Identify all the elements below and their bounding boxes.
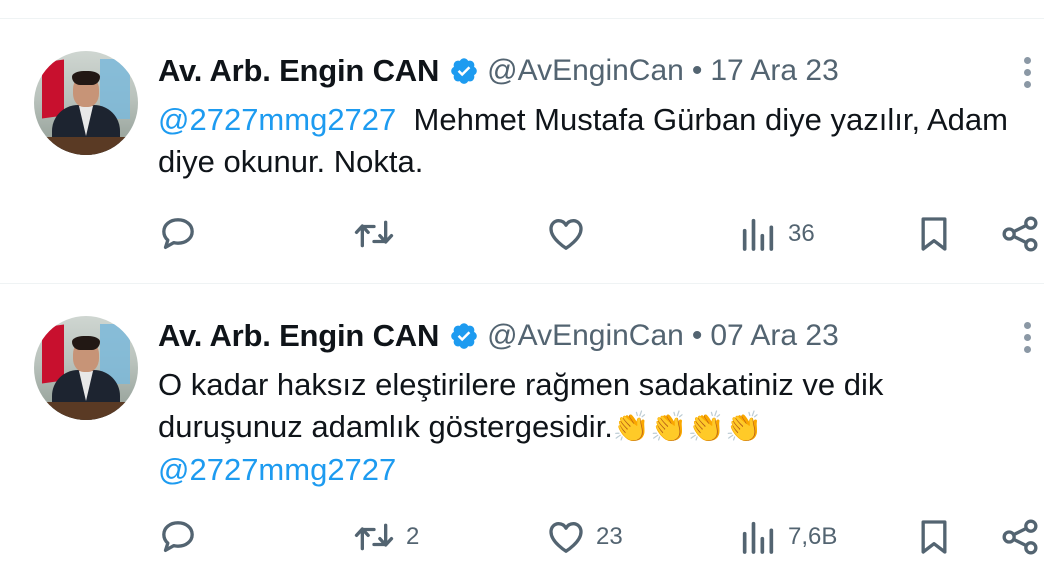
views-count: 36 — [788, 220, 815, 247]
tweet-text: @2727mmg2727 Mehmet Mustafa Gürban diye … — [158, 99, 1008, 183]
share-icon — [1002, 519, 1038, 555]
author-handle[interactable]: @AvEnginCan — [487, 54, 684, 88]
action-bar: 2 23 7,6B — [158, 512, 1044, 562]
clapping-emoji: 👏👏👏👏 — [612, 411, 763, 444]
tweet-body: O kadar haksız eleştirilere rağmen sadak… — [158, 367, 884, 444]
verified-badge-icon — [451, 58, 477, 84]
retweet-icon — [354, 220, 394, 248]
tweet-text: O kadar haksız eleştirilere rağmen sadak… — [158, 364, 1008, 491]
bookmark-button[interactable] — [914, 512, 954, 562]
author-handle[interactable]: @AvEnginCan — [487, 319, 684, 353]
tweet-2[interactable]: Av. Arb. Engin CAN @AvEnginCan • 07 Ara … — [0, 284, 1044, 580]
views-icon — [742, 521, 774, 554]
reply-icon — [162, 218, 194, 249]
reply-icon — [162, 521, 194, 552]
separator-dot: • — [691, 54, 703, 87]
tweet-date[interactable]: 17 Ara 23 — [710, 54, 838, 88]
author-name[interactable]: Av. Arb. Engin CAN — [158, 53, 439, 89]
tweet-header: Av. Arb. Engin CAN @AvEnginCan • 07 Ara … — [158, 314, 839, 358]
views-button[interactable]: 36 — [738, 209, 815, 259]
like-icon — [549, 219, 583, 250]
tweet-header: Av. Arb. Engin CAN @AvEnginCan • 17 Ara … — [158, 49, 839, 93]
tweet-date[interactable]: 07 Ara 23 — [710, 319, 838, 353]
retweet-count: 2 — [406, 523, 420, 550]
like-button[interactable]: 23 — [546, 512, 623, 562]
views-button[interactable]: 7,6B — [738, 512, 837, 562]
like-count: 23 — [596, 523, 623, 550]
tweet-1[interactable]: Av. Arb. Engin CAN @AvEnginCan • 17 Ara … — [0, 19, 1044, 283]
share-icon — [1002, 216, 1038, 252]
like-button[interactable] — [546, 209, 596, 259]
reply-button[interactable] — [158, 512, 208, 562]
bookmark-icon — [921, 520, 947, 554]
verified-badge-icon — [451, 323, 477, 349]
action-bar: 36 — [158, 209, 1044, 259]
views-count: 7,6B — [788, 523, 838, 550]
reply-button[interactable] — [158, 209, 208, 259]
avatar[interactable] — [34, 316, 138, 420]
share-button[interactable] — [998, 209, 1042, 259]
bookmark-button[interactable] — [914, 209, 954, 259]
views-icon — [742, 218, 774, 251]
author-name[interactable]: Av. Arb. Engin CAN — [158, 318, 439, 354]
separator-dot: • — [691, 319, 703, 352]
like-icon — [549, 522, 583, 553]
more-icon[interactable] — [1018, 57, 1036, 97]
share-button[interactable] — [998, 512, 1042, 562]
bookmark-icon — [921, 217, 947, 251]
reply-mention-link[interactable]: @2727mmg2727 — [158, 102, 396, 137]
mention-link[interactable]: @2727mmg2727 — [158, 452, 396, 487]
retweet-button[interactable] — [352, 209, 406, 259]
retweet-button[interactable]: 2 — [352, 512, 419, 562]
retweet-icon — [354, 523, 394, 551]
avatar[interactable] — [34, 51, 138, 155]
more-icon[interactable] — [1018, 322, 1036, 362]
